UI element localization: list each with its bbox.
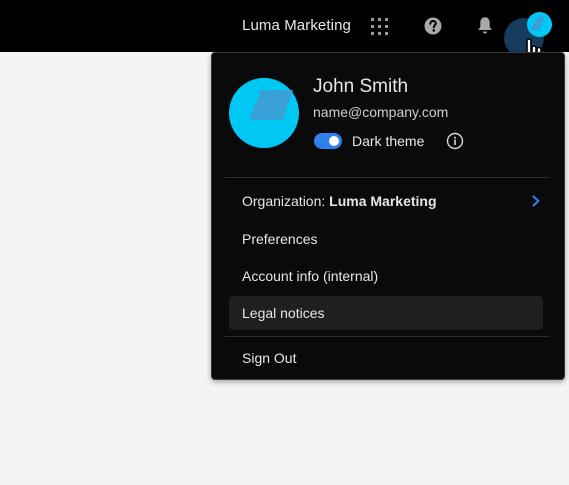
notifications-bell-icon[interactable]	[476, 16, 494, 35]
sign-out-button[interactable]: Sign Out	[229, 341, 543, 375]
menu-item-account-info[interactable]: Account info (internal)	[229, 259, 543, 293]
organization-name: Luma Marketing	[329, 193, 437, 209]
user-name: John Smith	[313, 76, 409, 97]
help-icon[interactable]	[424, 17, 442, 35]
menu-divider	[225, 177, 549, 178]
top-bar: Luma Marketing	[0, 0, 569, 58]
menu-item-legal-notices[interactable]: Legal notices	[229, 296, 543, 330]
menu-item-preferences[interactable]: Preferences	[229, 222, 543, 256]
profile-menu: John Smith name@company.com Dark theme O…	[211, 52, 565, 380]
apps-grid-icon[interactable]	[371, 18, 388, 35]
info-icon[interactable]	[446, 132, 464, 150]
menu-item-organization[interactable]: Organization: Luma Marketing	[229, 184, 543, 218]
chevron-right-icon	[532, 195, 540, 207]
user-avatar-large	[229, 78, 299, 148]
user-email: name@company.com	[313, 104, 449, 120]
user-avatar-icon	[527, 12, 552, 37]
org-switcher-label[interactable]: Luma Marketing	[242, 17, 351, 34]
organization-prefix: Organization:	[242, 193, 326, 209]
menu-divider	[225, 336, 549, 337]
toggle-knob	[329, 136, 339, 146]
dark-theme-toggle[interactable]	[314, 133, 342, 149]
dark-theme-label: Dark theme	[352, 133, 425, 149]
